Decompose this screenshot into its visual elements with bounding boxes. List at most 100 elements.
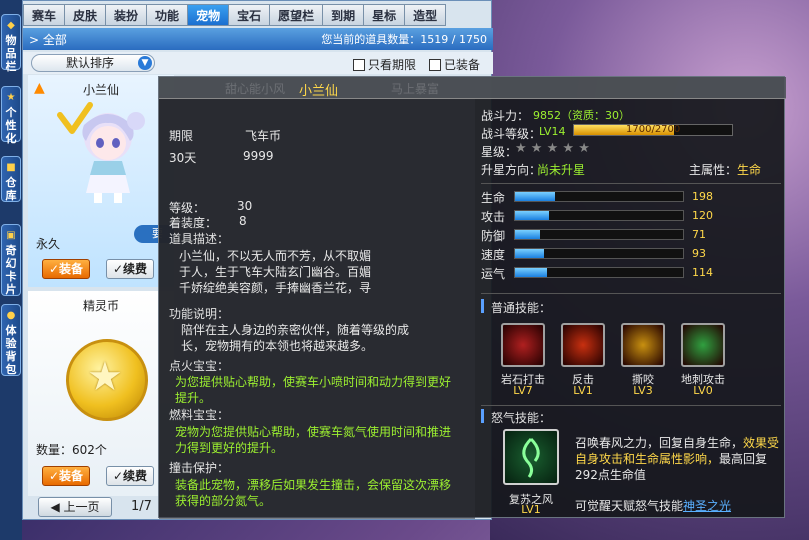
stat-label: 速度 — [481, 248, 506, 262]
period-label: 期限 — [169, 129, 194, 143]
star-icon: ★ — [562, 141, 579, 156]
rage-skill-icon[interactable] — [503, 429, 559, 485]
filter-bar: > 全部 您当前的道具数量：1519 / 1750 — [23, 28, 493, 50]
pet-portrait — [57, 102, 145, 203]
period-value: 30天 — [169, 151, 197, 165]
skill-icon[interactable] — [681, 323, 725, 367]
rage-skill-level: LV1 — [521, 503, 541, 516]
stat-bar — [514, 248, 684, 259]
crash-text: 装备此宠物，漂移后如果发生撞击，会保留这次漂移获得的部分氮气。 — [175, 478, 452, 508]
tab-style[interactable]: 造型 — [404, 4, 447, 26]
fuel-label: 燃料宝宝： — [169, 408, 230, 422]
item-tooltip: 甜心能小风 小兰仙 马上暴富 期限 飞车币 30天 9999 等级： 30 着装… — [158, 76, 786, 519]
sidebar-tab-cards[interactable]: ▣ 奇幻卡片 — [1, 224, 21, 296]
star-icon: ★ — [530, 141, 547, 156]
chevron-right-icon: > — [29, 33, 43, 47]
stat-label: 攻击 — [481, 210, 506, 224]
battle-level-value: LV14 — [539, 125, 566, 138]
stat-bar — [514, 267, 684, 278]
check-icon: ✓ — [112, 262, 124, 276]
prev-page-button[interactable]: ◀ 上一页 — [38, 497, 112, 517]
card-icon: ▣ — [6, 230, 16, 241]
stat-bar-fill — [515, 230, 541, 239]
star-icon: ★ — [578, 141, 590, 156]
tab-kart[interactable]: 赛车 — [23, 4, 66, 26]
filter-all[interactable]: > 全部 — [29, 31, 67, 48]
function-text: 陪伴在主人身边的亲密伙伴，随着等级的成长，宠物拥有的本领也将越来越多。 — [181, 323, 410, 353]
star-rating: ★ ★ ★ ★ ★ — [515, 141, 590, 156]
item-name: 精灵币 — [82, 299, 119, 313]
star-icon: ★ — [6, 92, 16, 103]
stat-bar-fill — [515, 192, 556, 201]
tooltip-title: 小兰仙 — [299, 84, 339, 99]
sidebar-tab-personalize[interactable]: ★ 个性化 — [1, 86, 21, 145]
item-card-coin[interactable]: 精灵币 ★ 数量：602个 ✓装备 ✓续费 — [28, 291, 174, 496]
filter-expire-checkbox[interactable]: 只看期限 — [353, 56, 416, 73]
sidebar: ◆ 物品栏 ★ 个性化 ■ 仓库 ▣ 奇幻卡片 ● 体验背包 — [0, 0, 22, 540]
level-value: 30 — [237, 199, 253, 213]
star-icon: ★ — [515, 141, 531, 156]
star-icon: ★ — [546, 141, 563, 156]
stat-value: 120 — [692, 209, 713, 222]
stat-bar-fill — [515, 249, 544, 258]
skill-icon[interactable] — [501, 323, 545, 367]
stat-bar-fill — [515, 268, 547, 277]
tab-pet[interactable]: 宠物 — [187, 4, 230, 26]
normal-skills-label: 普通技能： — [491, 301, 552, 315]
skill-level: LV7 — [513, 384, 533, 397]
chevron-left-icon: ◀ — [50, 500, 64, 514]
sidebar-tab-trial-bag[interactable]: ● 体验背包 — [1, 304, 21, 376]
check-icon: ✓ — [112, 469, 124, 483]
ghost-item-name: 甜心能小风 — [225, 82, 286, 96]
stat-value: 114 — [692, 266, 713, 279]
rage-skill-label: 怒气技能： — [491, 411, 552, 425]
stat-value: 93 — [692, 247, 706, 260]
awaken-hint: 可觉醒天赋怒气技能神圣之光 — [575, 499, 732, 513]
stat-label: 生命 — [481, 191, 506, 205]
skill-level: LV1 — [573, 384, 593, 397]
exp-bar: 1700/2700 — [573, 124, 733, 136]
equip-degree-label: 着装度： — [169, 216, 218, 230]
sidebar-tab-inventory[interactable]: ◆ 物品栏 — [1, 14, 21, 73]
fire-label: 点火宝宝： — [169, 359, 230, 373]
upgrade-label: 升星方向： — [481, 163, 542, 177]
skill-icon[interactable] — [621, 323, 665, 367]
upgrade-value: 尚未升星 — [537, 163, 586, 177]
stat-bar — [514, 191, 684, 202]
attr-value: 生命 — [737, 163, 762, 177]
tab-wishlist[interactable]: 愿望栏 — [269, 4, 324, 26]
price-value: 9999 — [243, 149, 274, 163]
stat-bar — [514, 229, 684, 240]
item-name: 小兰仙 — [82, 83, 119, 97]
equip-button[interactable]: ✓装备 — [42, 259, 90, 279]
check-icon: ✓ — [48, 262, 60, 276]
function-label: 功能说明： — [169, 307, 230, 321]
renew-button[interactable]: ✓续费 — [106, 259, 154, 279]
sidebar-tab-warehouse[interactable]: ■ 仓库 — [1, 156, 21, 202]
awaken-skill-link[interactable]: 神圣之光 — [683, 499, 731, 513]
tab-skin[interactable]: 皮肤 — [64, 4, 107, 26]
tab-gem[interactable]: 宝石 — [228, 4, 271, 26]
category-tabs: 赛车 皮肤 装扮 功能 宠物 宝石 愿望栏 到期 星标 造型 — [23, 4, 493, 26]
chevron-down-icon: ▼ — [138, 56, 152, 70]
exp-text: 1700/2700 — [626, 124, 681, 135]
sort-row: 默认排序 ▼ 只看期限 已装备 — [23, 52, 493, 74]
price-label: 飞车币 — [245, 129, 282, 143]
renew-button[interactable]: ✓续费 — [106, 466, 154, 486]
sort-dropdown[interactable]: 默认排序 ▼ — [31, 54, 155, 72]
equip-button[interactable]: ✓装备 — [42, 466, 90, 486]
tab-function[interactable]: 功能 — [146, 4, 189, 26]
tooltip-stats: 战斗力： 9852（资质：30） 战斗等级： LV14 1700/2700 星级… — [477, 99, 786, 519]
filter-equipped-checkbox[interactable]: 已装备 — [429, 56, 480, 73]
crash-label: 撞击保护： — [169, 461, 230, 475]
tab-outfit[interactable]: 装扮 — [105, 4, 148, 26]
item-quantity: 数量：602个 — [36, 443, 107, 457]
tab-expired[interactable]: 到期 — [322, 4, 365, 26]
tab-starred[interactable]: 星标 — [363, 4, 406, 26]
skill-icon[interactable] — [561, 323, 605, 367]
stat-label: 防御 — [481, 229, 506, 243]
check-icon: ✓ — [48, 469, 60, 483]
item-card-pet[interactable]: ▲ 小兰仙 永久 要 ✓装备 ✓续费 — [28, 75, 174, 287]
fuel-text: 宠物为您提供贴心帮助，使赛车氮气使用时间和推进力得到更好的提升。 — [175, 425, 452, 455]
backpack-icon: ● — [6, 310, 16, 321]
